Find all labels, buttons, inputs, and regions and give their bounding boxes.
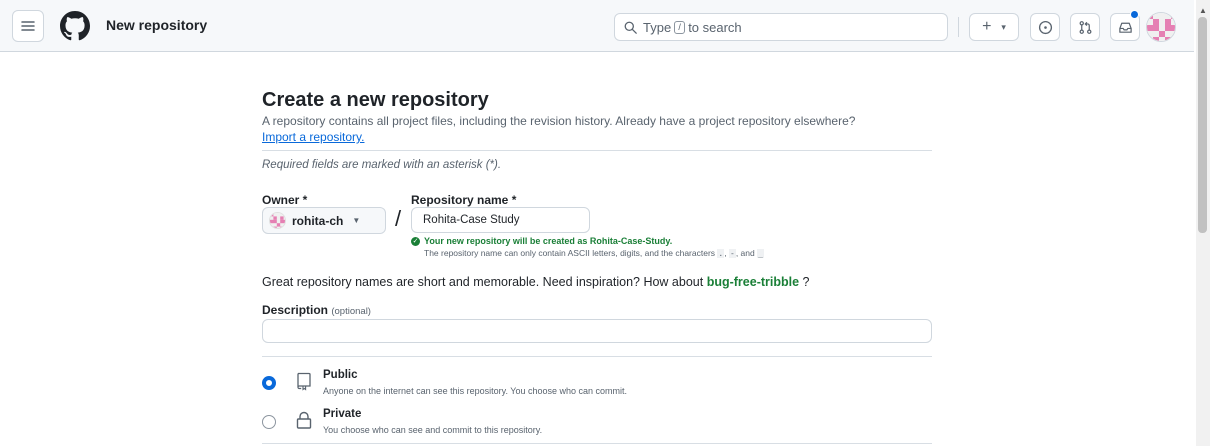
issue-opened-icon <box>1038 20 1052 34</box>
rule-char-dash: - <box>729 249 736 258</box>
hamburger-menu-icon <box>21 21 35 31</box>
notification-indicator <box>1130 10 1139 19</box>
plus-icon: + <box>982 18 992 35</box>
page-title: Create a new repository <box>262 89 489 111</box>
section-divider <box>262 356 932 357</box>
visibility-public-radio[interactable] <box>262 376 276 390</box>
name-inspiration: Great repository names are short and mem… <box>262 275 810 289</box>
owner-label: Owner * <box>262 193 308 207</box>
search-shortcut-key: / <box>674 20 686 34</box>
check-circle-icon: ✓ <box>411 236 420 246</box>
description-label: Description (optional) <box>262 303 371 317</box>
availability-text: Your new repository will be created as R… <box>424 236 673 246</box>
search-icon <box>624 21 637 34</box>
visibility-private-description: You choose who can see and commit to thi… <box>323 425 543 435</box>
owner-repo-separator: / <box>395 206 402 231</box>
section-divider <box>262 150 932 151</box>
repo-icon <box>297 372 311 391</box>
description-input[interactable] <box>262 319 932 343</box>
owner-dropdown[interactable]: rohita-ch ▼ <box>262 207 386 234</box>
page-subtitle: A repository contains all project files,… <box>262 114 856 128</box>
github-logo-icon[interactable] <box>60 11 90 41</box>
section-divider <box>262 443 932 444</box>
visibility-public-label: Public <box>323 369 358 381</box>
scrollbar-thumb[interactable] <box>1198 17 1207 233</box>
create-new-button[interactable]: + ▾ <box>969 13 1019 41</box>
visibility-private-radio[interactable] <box>262 415 276 429</box>
availability-message: ✓ Your new repository will be created as… <box>411 236 672 246</box>
header-title: New repository <box>106 17 208 33</box>
repository-name-label: Repository name * <box>411 193 517 207</box>
search-prefix: Type <box>643 19 672 35</box>
name-suggestion-button[interactable]: bug-free-tribble <box>707 275 799 289</box>
required-fields-note: Required fields are marked with an aster… <box>262 159 502 171</box>
header-divider <box>958 17 959 37</box>
visibility-public-description: Anyone on the internet can see this repo… <box>323 386 628 396</box>
app-header: New repository Type / to search + ▾ <box>0 0 1194 52</box>
hamburger-menu-button[interactable] <box>12 10 44 42</box>
identicon-icon <box>1147 13 1175 41</box>
chevron-down-icon: ▾ <box>1001 21 1006 32</box>
description-optional-tag: (optional) <box>331 306 371 317</box>
git-pull-request-icon <box>1079 20 1091 34</box>
user-avatar[interactable] <box>1146 12 1176 42</box>
search-suffix: to search <box>688 19 742 35</box>
owner-value: rohita-ch <box>292 213 344 228</box>
visibility-private-label: Private <box>323 408 362 420</box>
chevron-down-icon: ▼ <box>352 216 361 225</box>
issues-button[interactable] <box>1030 13 1060 41</box>
rule-char-underscore: _ <box>757 249 764 258</box>
owner-avatar <box>269 212 286 229</box>
naming-rule-hint: The repository name can only contain ASC… <box>424 248 764 258</box>
inbox-icon <box>1118 22 1132 33</box>
lock-icon <box>296 411 312 429</box>
pull-requests-button[interactable] <box>1070 13 1100 41</box>
search-input[interactable]: Type / to search <box>614 13 948 41</box>
import-repository-link[interactable]: Import a repository. <box>262 130 364 144</box>
scroll-up-arrow-icon[interactable]: ▲ <box>1199 6 1207 15</box>
repository-name-input[interactable]: Rohita-Case Study <box>411 207 590 233</box>
